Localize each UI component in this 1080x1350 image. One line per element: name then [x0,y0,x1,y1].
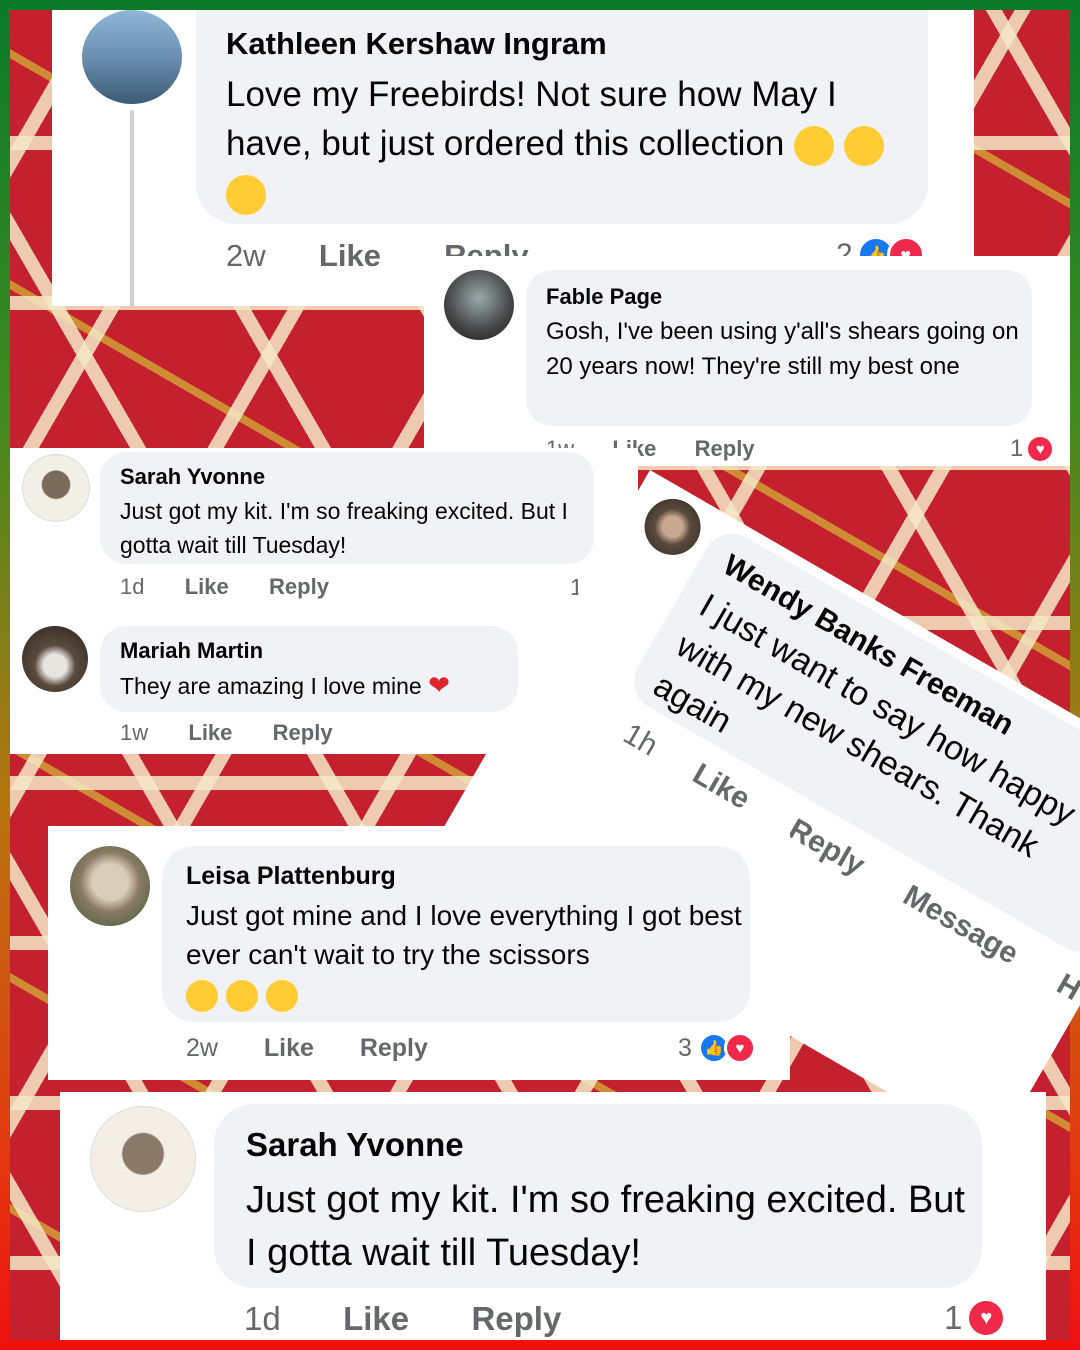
hide-button[interactable]: H [1051,968,1080,1007]
commenter-name[interactable]: Sarah Yvonne [120,464,265,490]
comment-bubble: Mariah Martin They are amazing I love mi… [100,626,518,712]
reactions[interactable]: 1 ♥ [1010,434,1056,464]
timestamp: 1h [617,717,664,763]
comment-card-leisa: Leisa Plattenburg Just got mine and I lo… [48,826,790,1080]
commenter-name[interactable]: Sarah Yvonne [246,1126,464,1164]
comment-text: Gosh, I've been using y'all's shears goi… [546,318,1019,380]
grimace-emoji-icon [794,125,835,166]
comment-card-sarah-large: Sarah Yvonne Just got my kit. I'm so fre… [60,1092,1046,1340]
avatar[interactable] [444,270,514,340]
comment-card-fable: Fable Page Gosh, I've been using y'all's… [424,256,1070,466]
commenter-name[interactable]: Fable Page [546,284,662,310]
heart-icon: ♥ [966,1298,1007,1338]
reply-button[interactable]: Reply [360,1034,428,1062]
reply-button[interactable]: Reply [273,720,333,745]
heart-icon: ♥ [1025,434,1056,464]
avatar[interactable] [634,488,711,566]
comment-bubble: Sarah Yvonne Just got my kit. I'm so fre… [214,1104,982,1288]
comment-text: Just got my kit. I'm so freaking excited… [120,498,568,558]
red-heart-emoji-icon: ❤ [428,670,450,700]
like-button[interactable]: Like [687,757,755,816]
comment-actions: 1d Like Reply [120,574,329,600]
avatar[interactable] [82,10,182,104]
comment-actions: 2w Like Reply [186,1034,428,1063]
comment-text: Love my Freebirds! Not sure how May I ha… [226,70,916,217]
like-button[interactable]: Like [343,1300,409,1337]
like-button[interactable]: Like [264,1034,314,1062]
avatar[interactable] [70,846,150,926]
timestamp: 1d [244,1300,281,1337]
grin-emoji-icon [265,979,298,1012]
reactions[interactable]: 1 ♥ [944,1298,1007,1338]
avatar[interactable] [22,626,88,692]
commenter-name[interactable]: Mariah Martin [120,638,263,664]
reply-button[interactable]: Reply [269,574,329,599]
reaction-count: 1 [944,1299,963,1336]
comment-bubble: Leisa Plattenburg Just got mine and I lo… [162,846,750,1022]
reply-button[interactable]: Reply [695,436,755,461]
heart-icon: ♥ [723,1032,756,1064]
laughing-emoji-icon [843,125,884,166]
comment-text: They are amazing I love mine ❤ [120,670,450,700]
timestamp: 2w [186,1034,218,1062]
grin-emoji-icon [225,979,258,1012]
timestamp: 1w [120,720,149,745]
comment-text: Just got my kit. I'm so freaking excited… [246,1179,965,1274]
thread-line [130,110,134,306]
reaction-count: 1 [1010,435,1024,462]
comment-bubble: Kathleen Kershaw Ingram Love my Freebird… [196,10,928,224]
timestamp: 1d [120,574,145,599]
reaction-count: 3 [678,1033,692,1062]
smiling-hearts-emoji-icon [226,174,266,215]
commenter-name[interactable]: Leisa Plattenburg [186,862,396,891]
like-button[interactable]: Like [188,720,232,745]
comment-text: Just got mine and I love everything I go… [186,896,746,1013]
reply-button[interactable]: Reply [471,1300,561,1337]
commenter-name[interactable]: Kathleen Kershaw Ingram [226,26,607,62]
timestamp: 2w [226,238,266,273]
comment-bubble: Fable Page Gosh, I've been using y'all's… [526,270,1032,426]
comment-actions: 1d Like Reply [244,1300,561,1338]
reactions[interactable]: 3 👍 ♥ [678,1032,756,1064]
comment-bubble: Sarah Yvonne Just got my kit. I'm so fre… [100,452,594,564]
comment-actions: 1w Like Reply [120,720,333,746]
like-button[interactable]: Like [185,574,229,599]
avatar[interactable] [90,1106,196,1212]
grin-emoji-icon [186,979,218,1012]
avatar[interactable] [22,454,90,522]
like-button[interactable]: Like [319,238,381,273]
